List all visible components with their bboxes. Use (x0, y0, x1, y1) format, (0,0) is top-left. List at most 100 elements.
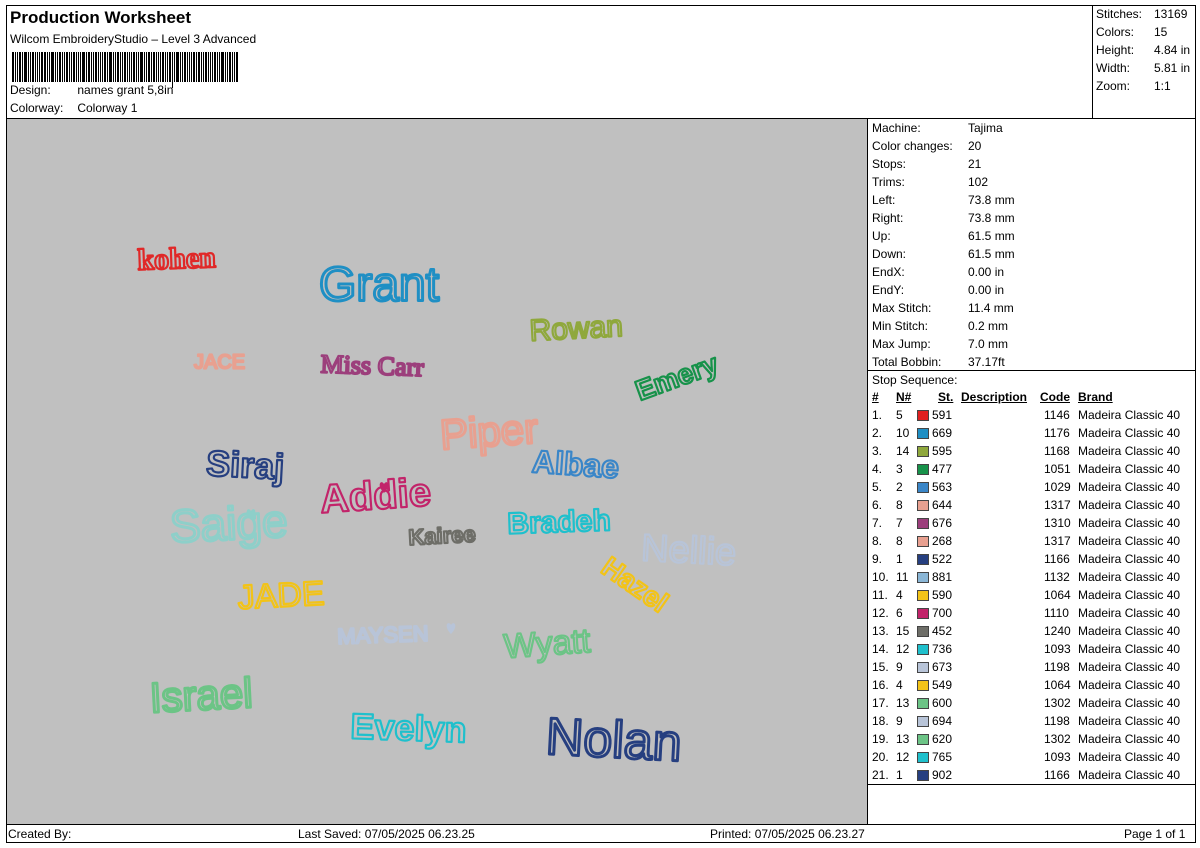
machine-info-value: 7.0 mm (968, 337, 1009, 351)
machine-info-label: Machine: (872, 121, 921, 135)
embroidered-name-israel: Israel (149, 669, 254, 721)
stop-index: 4. (872, 462, 883, 476)
stop-code: 1093 (1044, 750, 1071, 764)
barcode-bar (210, 52, 211, 82)
stop-index: 5. (872, 480, 883, 494)
col-header-num: # (872, 390, 879, 404)
embroidered-name-saige: Saige (169, 494, 289, 552)
barcode-bar (167, 52, 168, 82)
barcode-bar (129, 52, 130, 82)
barcode-bar (212, 52, 213, 82)
color-swatch (917, 590, 929, 601)
stop-needle: 12 (896, 642, 910, 656)
barcode-bar (30, 52, 31, 82)
stop-stitches: 694 (932, 714, 953, 728)
barcode-bar (196, 52, 197, 82)
barcode-bar (146, 52, 147, 82)
software-subtitle: Wilcom EmbroideryStudio – Level 3 Advanc… (10, 32, 257, 46)
stop-index: 3. (872, 444, 883, 458)
barcode-bar (88, 52, 90, 82)
stop-stitches: 600 (932, 696, 953, 710)
stop-code: 1110 (1044, 606, 1069, 620)
machine-info-label: Right: (872, 211, 904, 225)
stop-row: 4. 3 477 1051 Madeira Classic 40 (871, 462, 1196, 480)
stop-row: 10. 11 881 1132 Madeira Classic 40 (871, 570, 1196, 588)
barcode-bar (80, 52, 81, 82)
stop-code: 1093 (1044, 642, 1071, 656)
color-swatch (917, 554, 929, 565)
stop-brand: Madeira Classic 40 (1078, 462, 1181, 476)
stop-row: 13. 15 452 1240 Madeira Classic 40 (871, 624, 1196, 642)
stop-code: 1168 (1044, 444, 1070, 458)
machine-info-value: 73.8 mm (968, 193, 1015, 207)
stop-index: 13. (872, 624, 889, 638)
colorway-value: Colorway 1 (77, 101, 138, 115)
stop-needle: 7 (896, 516, 903, 530)
barcode-bar (180, 52, 181, 82)
stop-stitches: 620 (932, 732, 953, 746)
barcode-bar (107, 52, 108, 82)
stop-brand: Madeira Classic 40 (1078, 660, 1181, 674)
embroidered-name-maysen: MAYSEN (337, 621, 429, 649)
stop-row: 2. 10 669 1176 Madeira Classic 40 (871, 426, 1196, 444)
barcode-bar (120, 52, 121, 82)
barcode-bar (232, 52, 233, 82)
embroidered-name-miss-carr: Miss Carr (320, 349, 425, 382)
embroidered-name-siraj: Siraj (205, 442, 285, 487)
stop-index: 2. (872, 426, 883, 440)
barcode-bar (82, 52, 85, 82)
machine-info-value: 21 (968, 157, 982, 171)
barcode-bar (189, 52, 190, 82)
machine-info-value: Tajima (968, 121, 1003, 135)
design-preview: kohen Grant Rowan JACE Miss Carr Emery Piper Si… (7, 119, 867, 824)
machine-info-value: 102 (968, 175, 989, 189)
stop-stitches: 902 (932, 768, 953, 782)
stat-height: Height: 4.84 in (1096, 43, 1190, 57)
barcode-bar (37, 52, 38, 82)
design-names-svg: kohen Grant Rowan JACE Miss Carr Emery Piper Si… (136, 240, 739, 774)
color-swatch (917, 626, 929, 637)
embroidered-name-addie: Addie (319, 470, 433, 522)
barcode-bar (234, 52, 235, 82)
barcode-bar (227, 52, 228, 82)
stat-label: Height: (1096, 43, 1135, 57)
color-swatch (917, 644, 929, 655)
color-swatch (917, 752, 929, 763)
stat-value: 5.81 in (1154, 61, 1191, 75)
barcode-bar (201, 52, 202, 82)
machine-info-value: 61.5 mm (968, 229, 1015, 243)
stop-code: 1317 (1044, 498, 1071, 512)
stop-needle: 8 (896, 498, 903, 512)
machine-info-label: Color changes: (872, 139, 953, 153)
stop-code: 1132 (1044, 570, 1070, 584)
stop-needle: 8 (896, 534, 903, 548)
stop-index: 9. (872, 552, 883, 566)
stat-label: Zoom: (1096, 79, 1131, 93)
machine-divider (867, 370, 1196, 371)
color-swatch (917, 770, 929, 781)
stop-needle: 12 (896, 750, 910, 764)
barcode-bar (205, 52, 207, 82)
stop-row: 5. 2 563 1029 Madeira Classic 40 (871, 480, 1196, 498)
barcode-bar (187, 52, 188, 82)
barcode-bar (153, 52, 155, 82)
embroidered-name-bradeh: Bradeh (507, 504, 611, 541)
barcode (12, 52, 278, 88)
color-swatch (917, 518, 929, 529)
barcode-bar (55, 52, 56, 82)
stop-needle: 5 (896, 408, 903, 422)
stop-row: 9. 1 522 1166 Madeira Classic 40 (871, 552, 1196, 570)
embroidered-name-kohen: kohen (137, 241, 217, 277)
barcode-bar (229, 52, 231, 82)
stop-code: 1146 (1044, 408, 1070, 422)
stop-code: 1166 (1044, 552, 1070, 566)
barcode-bar (51, 52, 54, 82)
embroidered-name-emery: Emery (631, 348, 722, 407)
barcode-bar (73, 52, 75, 82)
stat-label: Width: (1096, 61, 1131, 75)
color-swatch (917, 680, 929, 691)
machine-info-row: Stops: 21 (872, 157, 981, 171)
color-swatch (917, 572, 929, 583)
stop-brand: Madeira Classic 40 (1078, 498, 1181, 512)
printed-date: Printed: 07/05/2025 06.23.27 (710, 827, 865, 841)
